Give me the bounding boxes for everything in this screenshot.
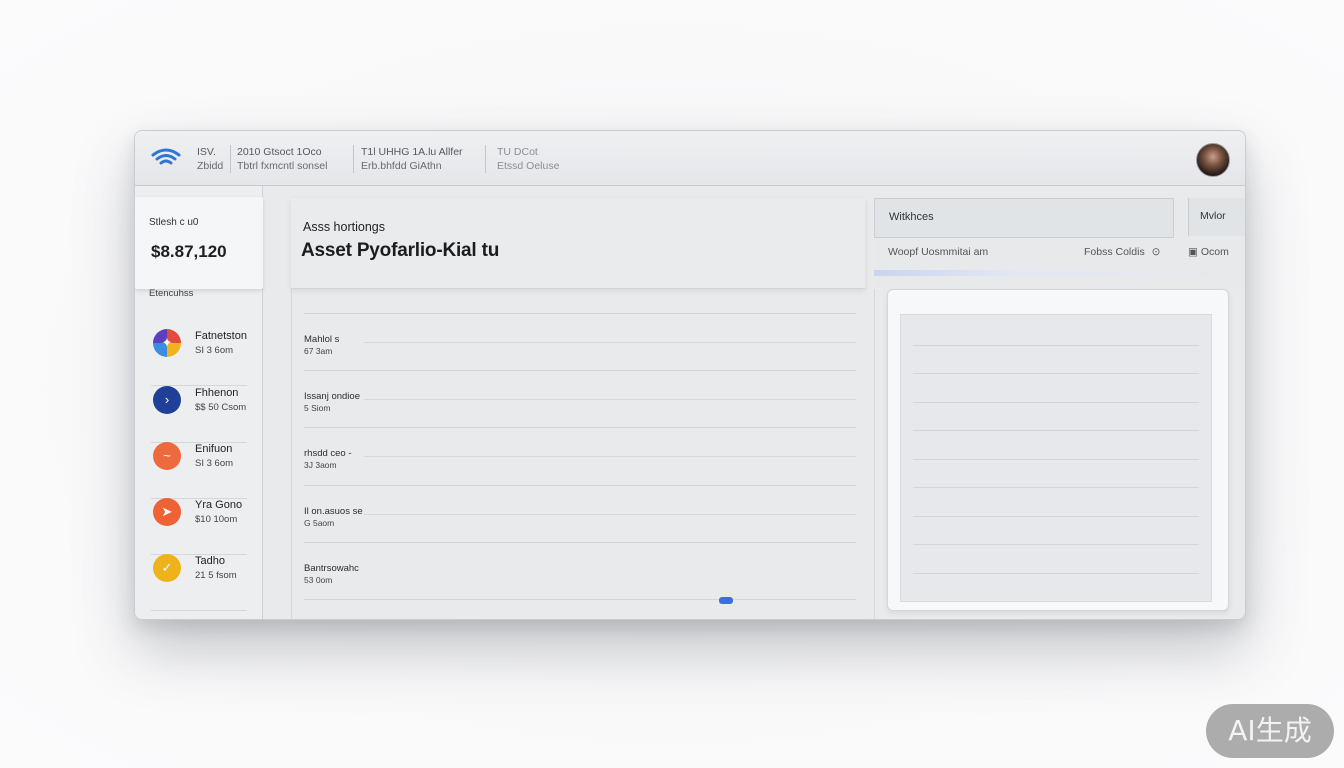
asset-amount: $$ 50 Csom xyxy=(195,402,247,413)
header-group-1: ISV. Zbidd xyxy=(197,145,223,173)
grid-line xyxy=(913,573,1199,574)
header-divider xyxy=(230,145,231,173)
holding-name: Issanj ondioe xyxy=(304,391,360,402)
grid-line xyxy=(913,459,1199,460)
balance-card: Stlesh c u0 $8.87,120 xyxy=(135,197,263,289)
secondary-tab-label: Mvlor xyxy=(1200,210,1226,222)
header-divider xyxy=(353,145,354,173)
holding-name: Mahlol s xyxy=(304,334,340,345)
grid-line xyxy=(913,430,1199,431)
sidebar-section-label: Etencuhss xyxy=(149,288,194,299)
sidebar-asset-item[interactable]: ~ Enifuon SI 3 6om xyxy=(151,442,247,499)
chevron-coin-icon: › xyxy=(153,386,181,414)
header-group-2-line2: Tbtrl fxmcntl sonsel xyxy=(237,160,328,172)
asset-name: Fatnetston xyxy=(195,330,247,342)
holdings-list-bottom-border xyxy=(304,599,856,601)
header-group-1-line1: ISV. xyxy=(197,146,216,158)
wifi-logo-icon xyxy=(151,148,181,165)
asset-name: Enifuon xyxy=(195,443,233,455)
holding-row[interactable]: Mahlol s 67 3am xyxy=(304,313,856,371)
watchlist-header: Witkhces Mvlor Woopf Uosmmitai am Fobss … xyxy=(874,198,1245,288)
holding-row[interactable]: Il on.asuos se G 5aom xyxy=(304,485,856,543)
sidebar: Stlesh c u0 $8.87,120 Etencuhss ✦ Fatnet… xyxy=(135,186,263,619)
portfolio-header: Asss hortiongs Asset Pyofarlio-Kial tu xyxy=(291,198,865,289)
holding-amount: G 5aom xyxy=(304,518,335,528)
balance-label: Stlesh c u0 xyxy=(149,217,199,228)
holding-chart-line xyxy=(364,342,856,343)
header-group-1-line2: Zbidd xyxy=(197,160,224,172)
sidebar-asset-item[interactable]: ✦ Fatnetston SI 3 6om xyxy=(151,329,247,386)
watchlist-filter-text: Woopf Uosmmitai am xyxy=(888,246,989,258)
holding-row[interactable]: Issanj ondioe 5 Siom xyxy=(304,370,856,428)
holding-row[interactable]: Bantrsowahc 53 0om xyxy=(304,542,856,600)
holding-amount: 5 Siom xyxy=(304,403,331,413)
grid-line xyxy=(913,402,1199,403)
watchlist-option-label: Ocom xyxy=(1200,246,1229,258)
holding-name: Il on.asuos se xyxy=(304,506,363,517)
holding-chart-line xyxy=(364,456,856,457)
holding-amount: 67 3am xyxy=(304,346,333,356)
holding-name: rhsdd ceo - xyxy=(304,448,352,459)
sidebar-asset-item[interactable]: ✓ Tadho 21 5 fsom xyxy=(151,554,247,611)
ai-generated-watermark: AI生成 xyxy=(1206,704,1334,758)
balance-value: $8.87,120 xyxy=(151,242,227,261)
user-avatar[interactable] xyxy=(1196,143,1230,177)
multicolor-coin-icon: ✦ xyxy=(153,329,181,357)
watchlist-tab-label: Witkhces xyxy=(889,211,934,223)
sidebar-asset-item[interactable]: › Fhhenon $$ 50 Csom xyxy=(151,386,247,443)
checkbox-icon: ▣ xyxy=(1188,246,1198,258)
asset-name: Tadho xyxy=(195,555,225,567)
bolt-coin-icon: ✓ xyxy=(153,554,181,582)
asset-amount: SI 3 6om xyxy=(195,345,234,356)
watchlist-progress-glow xyxy=(874,270,1234,276)
top-bar: ISV. Zbidd 2010 Gtsoct 1Oco Tbtrl fxmcnt… xyxy=(135,131,1245,186)
settings-dot-icon: ⊙ xyxy=(1151,246,1161,258)
secondary-tab[interactable]: Mvlor xyxy=(1188,198,1245,236)
header-group-4-line1: TU DCot xyxy=(497,146,538,158)
asset-amount: $10 10om xyxy=(195,514,238,525)
asset-name: Fhhenon xyxy=(195,387,239,399)
asset-amount: 21 5 fsom xyxy=(195,570,237,581)
asset-amount: SI 3 6om xyxy=(195,458,234,469)
header-group-2-line1: 2010 Gtsoct 1Oco xyxy=(237,146,322,158)
watchlist-grid xyxy=(900,314,1212,602)
swoosh-coin-icon: ~ xyxy=(153,442,181,470)
grid-line xyxy=(913,345,1199,346)
arrow-coin-icon: ➤ xyxy=(153,498,181,526)
watchlist-sort-label: Fobss Coldis xyxy=(1084,246,1145,258)
holding-name: Bantrsowahc xyxy=(304,563,359,574)
header-group-4[interactable]: TU DCot Etssd Oeluse xyxy=(497,145,559,173)
header-group-4-line2: Etssd Oeluse xyxy=(497,160,560,172)
header-group-3-line1: T1l UHHG 1A.lu Allfer xyxy=(361,146,463,158)
grid-line xyxy=(913,373,1199,374)
asset-name: Yra Gono xyxy=(195,499,243,511)
holding-amount: 3J 3aom xyxy=(304,460,337,470)
scroll-indicator[interactable] xyxy=(719,597,733,604)
header-group-3-line2: Erb.bhfdd GiAthn xyxy=(361,160,442,172)
watchlist-card xyxy=(887,289,1229,611)
grid-line xyxy=(913,544,1199,545)
watchlist-tab[interactable]: Witkhces xyxy=(874,198,1174,238)
grid-line xyxy=(913,516,1199,517)
header-divider xyxy=(485,145,486,173)
holding-chart-line xyxy=(364,399,856,400)
holding-row[interactable]: rhsdd ceo - 3J 3aom xyxy=(304,427,856,485)
portfolio-subtitle: Asss hortiongs xyxy=(303,220,385,234)
header-group-2[interactable]: 2010 Gtsoct 1Oco Tbtrl fxmcntl sonsel xyxy=(237,145,327,173)
portfolio-title: Asset Pyofarlio-Kial tu xyxy=(301,240,500,261)
watchlist-option[interactable]: ▣ Ocom xyxy=(1188,246,1229,258)
holding-chart-line xyxy=(364,514,856,515)
watchlist-sort-control[interactable]: Fobss Coldis ⊙ xyxy=(1084,246,1160,258)
sidebar-asset-item[interactable]: ➤ Yra Gono $10 10om xyxy=(151,498,247,555)
app-window: ISV. Zbidd 2010 Gtsoct 1Oco Tbtrl fxmcnt… xyxy=(134,130,1246,620)
header-group-3[interactable]: T1l UHHG 1A.lu Allfer Erb.bhfdd GiAthn xyxy=(361,145,463,173)
holding-amount: 53 0om xyxy=(304,575,333,585)
desktop-stage: ISV. Zbidd 2010 Gtsoct 1Oco Tbtrl fxmcnt… xyxy=(0,0,1344,768)
grid-line xyxy=(913,487,1199,488)
holdings-list: Mahlol s 67 3am Issanj ondioe 5 Siom rhs… xyxy=(291,289,875,619)
